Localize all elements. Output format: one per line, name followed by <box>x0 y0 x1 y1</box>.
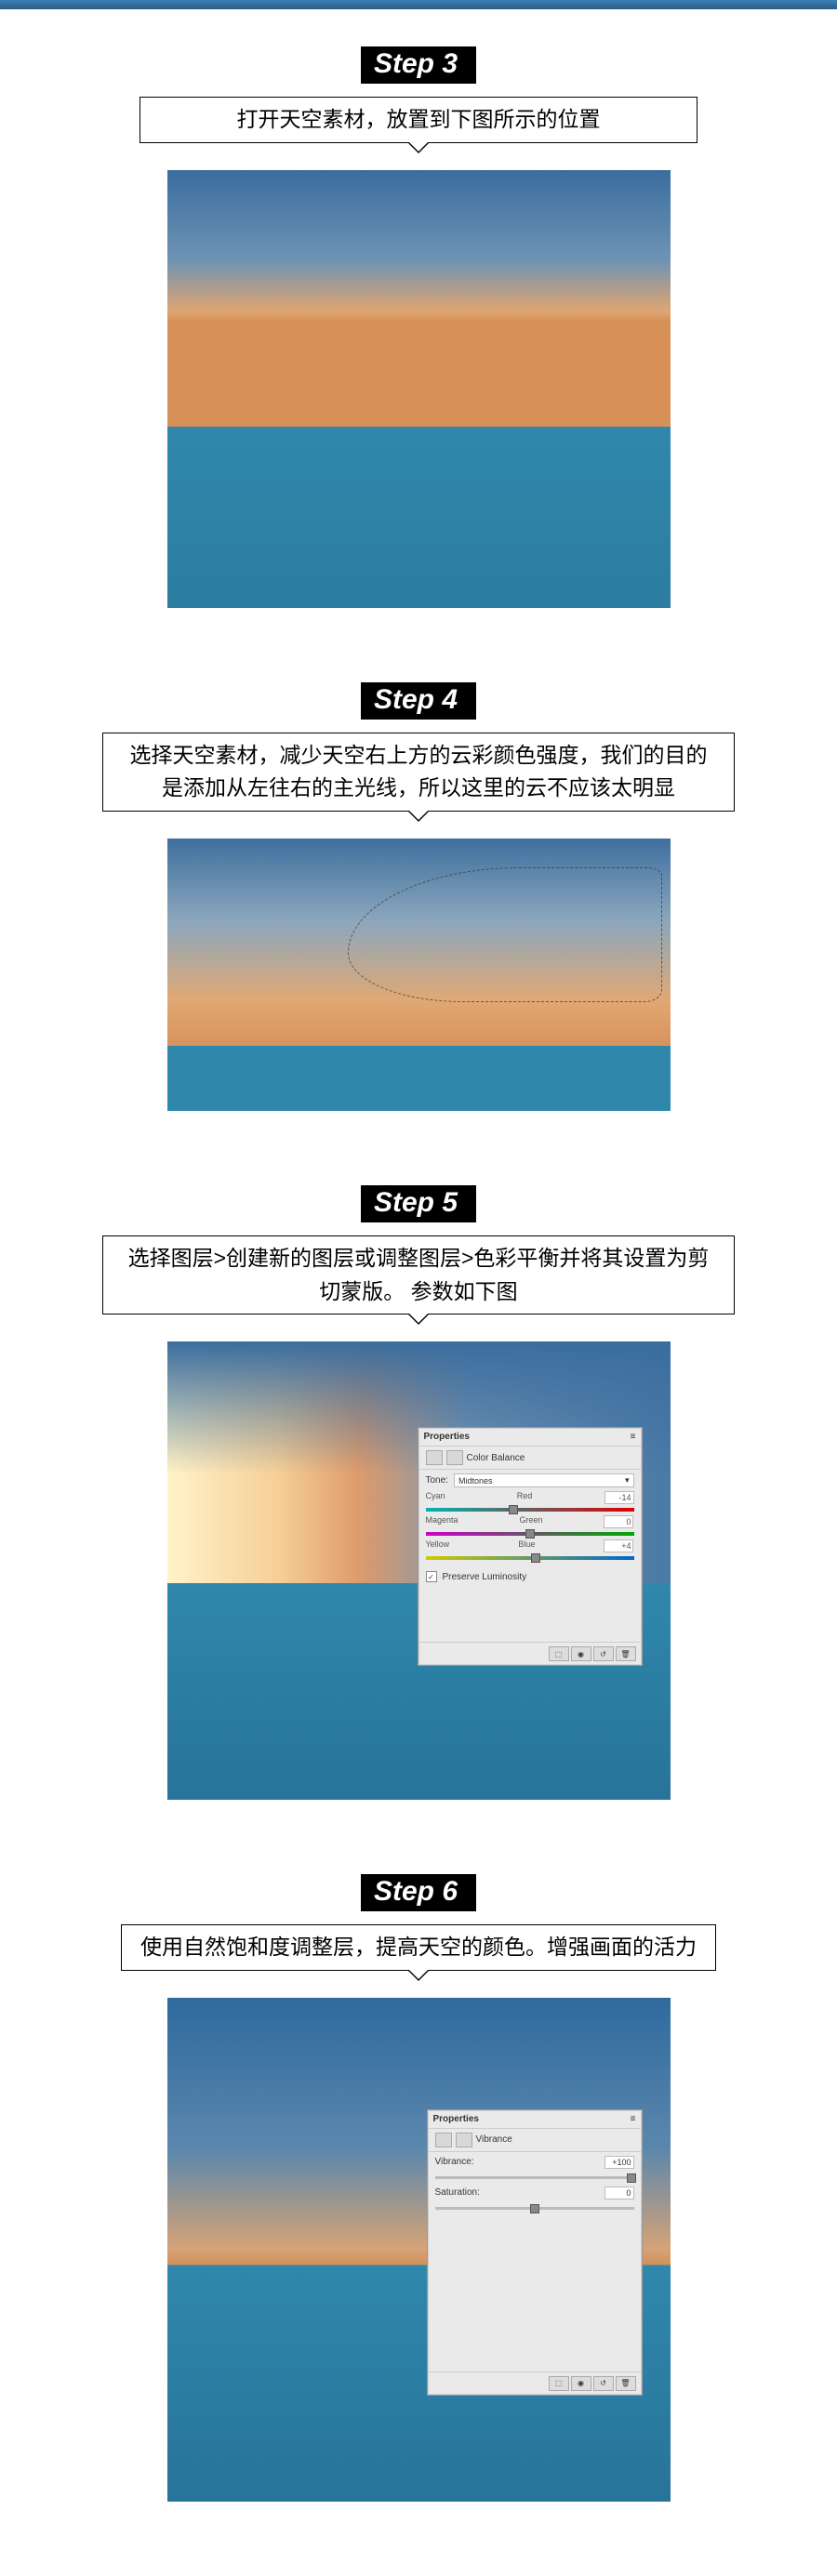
cb-value[interactable]: +4 <box>604 1539 633 1552</box>
step-6-block: Step 6 使用自然饱和度调整层，提高天空的颜色。增强画面的活力 Proper… <box>0 1874 837 2502</box>
saturation-slider[interactable] <box>435 2207 634 2210</box>
saturation-value[interactable]: 0 <box>604 2186 634 2200</box>
cb-left-label: Cyan <box>426 1491 445 1504</box>
step-4-image <box>167 839 671 1111</box>
preserve-luminosity-checkbox[interactable]: ✓ <box>426 1571 437 1582</box>
vibrance-panel[interactable]: Properties ≡ Vibrance Vibrance: +100 Sat… <box>427 2109 643 2396</box>
color-balance-panel[interactable]: Properties ≡ Color Balance Tone: Midtone… <box>418 1427 643 1666</box>
slider-knob[interactable] <box>531 1553 540 1563</box>
pointer-icon <box>407 1314 430 1325</box>
step-5-desc: 选择图层>创建新的图层或调整图层>色彩平衡并将其设置为剪切蒙版。 参数如下图 <box>102 1235 735 1314</box>
pointer-icon <box>407 1970 430 1981</box>
slider-knob[interactable] <box>509 1505 518 1514</box>
step-4-block: Step 4 选择天空素材，减少天空右上方的云彩颜色强度，我们的目的是添加从左往… <box>0 682 837 1111</box>
panel-menu-icon[interactable]: ≡ <box>631 1432 636 1442</box>
cb-right-label: Red <box>517 1491 533 1504</box>
step-6-badge: Step 6 <box>361 1874 476 1911</box>
panel-subtitle: Vibrance <box>476 2134 512 2145</box>
step-6-desc: 使用自然饱和度调整层，提高天空的颜色。增强画面的活力 <box>121 1924 716 1971</box>
tone-select[interactable]: Midtones ▾ <box>454 1473 634 1487</box>
mask-icon[interactable] <box>446 1450 463 1465</box>
pointer-icon <box>407 142 430 153</box>
clip-to-layer-button[interactable]: ⬚ <box>549 2376 569 2391</box>
view-previous-button[interactable]: ◉ <box>571 1646 591 1661</box>
cyan-red-slider[interactable] <box>426 1508 634 1512</box>
cb-left-label: Yellow <box>426 1539 450 1552</box>
vibrance-value[interactable]: +100 <box>604 2156 634 2169</box>
selection-marquee <box>348 867 661 1002</box>
panel-title: Properties <box>433 2114 479 2124</box>
top-strip <box>0 0 837 9</box>
delete-button[interactable]: 🗑 <box>616 2376 636 2391</box>
view-previous-button[interactable]: ◉ <box>571 2376 591 2391</box>
preserve-luminosity-label: Preserve Luminosity <box>443 1572 527 1582</box>
reset-button[interactable]: ↺ <box>593 1646 614 1661</box>
step-5-image: Properties ≡ Color Balance Tone: Midtone… <box>167 1341 671 1800</box>
step-6-image: Properties ≡ Vibrance Vibrance: +100 Sat… <box>167 1998 671 2502</box>
step-3-desc: 打开天空素材，放置到下图所示的位置 <box>140 97 698 143</box>
tone-label: Tone: <box>426 1475 448 1486</box>
chevron-down-icon: ▾ <box>625 1475 630 1486</box>
cb-right-label: Green <box>520 1515 543 1528</box>
slider-knob[interactable] <box>530 2204 539 2213</box>
mask-icon[interactable] <box>456 2133 472 2147</box>
reset-button[interactable]: ↺ <box>593 2376 614 2391</box>
cb-left-label: Magenta <box>426 1515 458 1528</box>
slider-knob[interactable] <box>627 2173 636 2183</box>
cb-right-label: Blue <box>518 1539 535 1552</box>
pointer-icon <box>407 811 430 822</box>
step-3-badge: Step 3 <box>361 46 476 84</box>
panel-title: Properties <box>424 1432 470 1442</box>
step-3-block: Step 3 打开天空素材，放置到下图所示的位置 <box>0 46 837 608</box>
adjustment-icon[interactable] <box>435 2133 452 2147</box>
vibrance-label: Vibrance: <box>435 2157 474 2167</box>
step-3-image <box>167 170 671 608</box>
adjustment-icon[interactable] <box>426 1450 443 1465</box>
step-4-desc: 选择天空素材，减少天空右上方的云彩颜色强度，我们的目的是添加从左往右的主光线，所… <box>102 733 735 812</box>
magenta-green-slider[interactable] <box>426 1532 634 1536</box>
vibrance-slider[interactable] <box>435 2176 634 2179</box>
step-5-badge: Step 5 <box>361 1185 476 1222</box>
cb-value[interactable]: 0 <box>604 1515 633 1528</box>
cb-value[interactable]: -14 <box>604 1491 634 1504</box>
yellow-blue-slider[interactable] <box>426 1556 634 1560</box>
panel-subtitle: Color Balance <box>467 1453 525 1463</box>
panel-menu-icon[interactable]: ≡ <box>631 2114 636 2124</box>
saturation-label: Saturation: <box>435 2187 480 2198</box>
delete-button[interactable]: 🗑 <box>616 1646 636 1661</box>
step-4-badge: Step 4 <box>361 682 476 720</box>
step-5-block: Step 5 选择图层>创建新的图层或调整图层>色彩平衡并将其设置为剪切蒙版。 … <box>0 1185 837 1800</box>
clip-to-layer-button[interactable]: ⬚ <box>549 1646 569 1661</box>
slider-knob[interactable] <box>525 1529 535 1539</box>
